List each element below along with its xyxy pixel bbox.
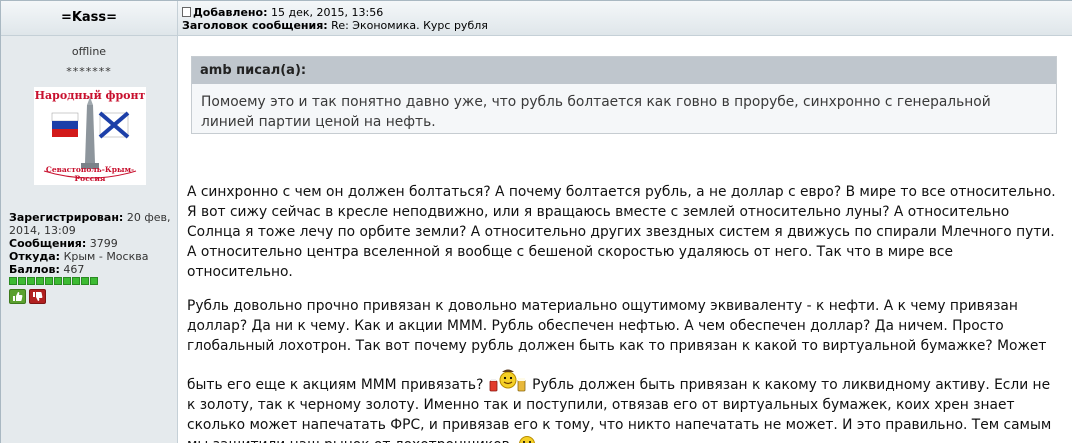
reputation-pip xyxy=(63,277,71,285)
reputation-bar xyxy=(9,277,98,285)
added-value: 15 дек, 2015, 13:56 xyxy=(267,6,384,19)
post-date-row: Добавлено: 15 дек, 2015, 13:56 xyxy=(182,6,1072,19)
author-header: =Kass= xyxy=(1,1,178,36)
registered-label: Зарегистрирован: xyxy=(9,211,124,224)
author-panel: offline ******* Народный фронт Севастопо… xyxy=(1,36,178,443)
posts-row: Сообщения: 3799 xyxy=(9,237,174,250)
location-label: Откуда: xyxy=(9,250,61,263)
post-doc-icon[interactable] xyxy=(182,7,191,17)
paragraph-2b: быть его еще к акциям МММ привязать? xyxy=(187,377,488,393)
subject-label: Заголовок сообщения: xyxy=(182,19,328,32)
author-name[interactable]: =Kass= xyxy=(61,1,117,35)
subject-value: Re: Экономика. Курс рубля xyxy=(327,19,488,32)
reputation-pip xyxy=(72,277,80,285)
online-status: offline xyxy=(71,45,107,58)
author-info: Зарегистрирован: 20 фев, 2014, 13:09 Соо… xyxy=(9,211,174,276)
paragraph-2a: Рубль довольно прочно привязан к довольн… xyxy=(187,298,1047,354)
rank-stars: ******* xyxy=(66,65,112,78)
quote-author: amb писал(а): xyxy=(192,57,1056,84)
reputation-pip xyxy=(9,277,17,285)
thumbs-up-icon[interactable] xyxy=(9,289,26,304)
reputation-pip xyxy=(45,277,53,285)
location-row: Откуда: Крым - Москва xyxy=(9,250,174,263)
reputation-pip xyxy=(90,277,98,285)
reputation-pip xyxy=(36,277,44,285)
reputation-pip xyxy=(54,277,62,285)
avatar-caption-bottom: Севастополь-Крым-Россия xyxy=(45,165,135,183)
smiley-icon xyxy=(518,436,535,443)
thumbs-down-icon[interactable] xyxy=(29,289,46,304)
beer-smiley-icon xyxy=(488,366,528,394)
posts-value: 3799 xyxy=(86,237,118,250)
paragraph-2: быть его еще к акциям МММ привязать? Руб… xyxy=(187,366,1059,443)
added-label: Добавлено: xyxy=(193,6,268,19)
avatar: Народный фронт Севастополь-Крым-Россия xyxy=(34,87,146,185)
registered-row: Зарегистрирован: 20 фев, 2014, 13:09 xyxy=(9,211,174,237)
reputation-pip xyxy=(27,277,35,285)
paragraph-1: А синхронно с чем он должен болтаться? А… xyxy=(187,184,1056,280)
vote-buttons xyxy=(9,289,46,304)
reputation-pip xyxy=(18,277,26,285)
quote-text: Помоему это и так понятно давно уже, что… xyxy=(201,94,991,130)
location-value: Крым - Москва xyxy=(60,250,149,263)
post-text: А синхронно с чем он должен болтаться? А… xyxy=(187,182,1059,443)
reputation-pip xyxy=(81,277,89,285)
forum-post: =Kass= offline ******* Народный фронт Се… xyxy=(0,0,1072,443)
quote-block: amb писал(а): Помоему это и так понятно … xyxy=(191,56,1057,134)
posts-label: Сообщения: xyxy=(9,237,87,250)
post-body: amb писал(а): Помоему это и так понятно … xyxy=(178,36,1072,443)
post-header: Добавлено: 15 дек, 2015, 13:56 Заголовок… xyxy=(178,1,1072,36)
points-value: 467 xyxy=(59,263,85,276)
points-row: Баллов: 467 xyxy=(9,263,174,276)
post-subject-row: Заголовок сообщения: Re: Экономика. Курс… xyxy=(182,19,1072,32)
points-label: Баллов: xyxy=(9,263,60,276)
